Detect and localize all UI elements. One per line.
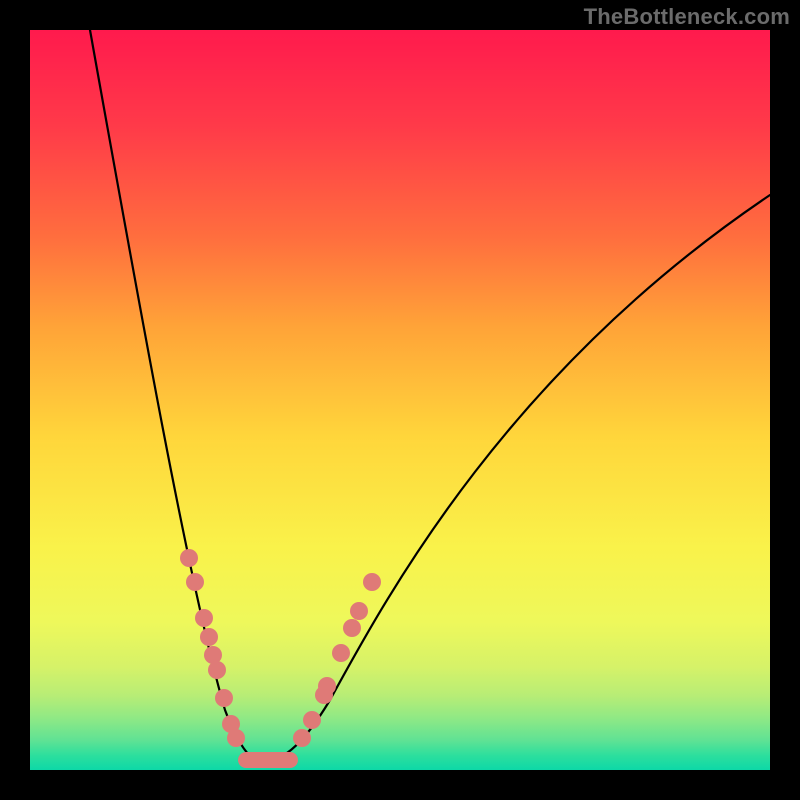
bottleneck-curve	[30, 30, 770, 770]
data-marker	[332, 644, 350, 662]
data-marker	[303, 711, 321, 729]
data-marker	[350, 602, 368, 620]
data-marker	[180, 549, 198, 567]
data-marker	[227, 729, 245, 747]
data-marker	[186, 573, 204, 591]
marker-group-right	[293, 573, 381, 747]
chart-frame: TheBottleneck.com	[0, 0, 800, 800]
data-marker	[363, 573, 381, 591]
data-marker	[293, 729, 311, 747]
right-curve	[260, 195, 770, 762]
left-curve	[90, 30, 260, 762]
data-marker	[208, 661, 226, 679]
data-marker	[318, 677, 336, 695]
bottom-marker-bar	[238, 752, 298, 768]
data-marker	[195, 609, 213, 627]
watermark-text: TheBottleneck.com	[584, 4, 790, 30]
data-marker	[215, 689, 233, 707]
data-marker	[200, 628, 218, 646]
data-marker	[343, 619, 361, 637]
plot-area	[30, 30, 770, 770]
marker-group-left	[180, 549, 245, 747]
